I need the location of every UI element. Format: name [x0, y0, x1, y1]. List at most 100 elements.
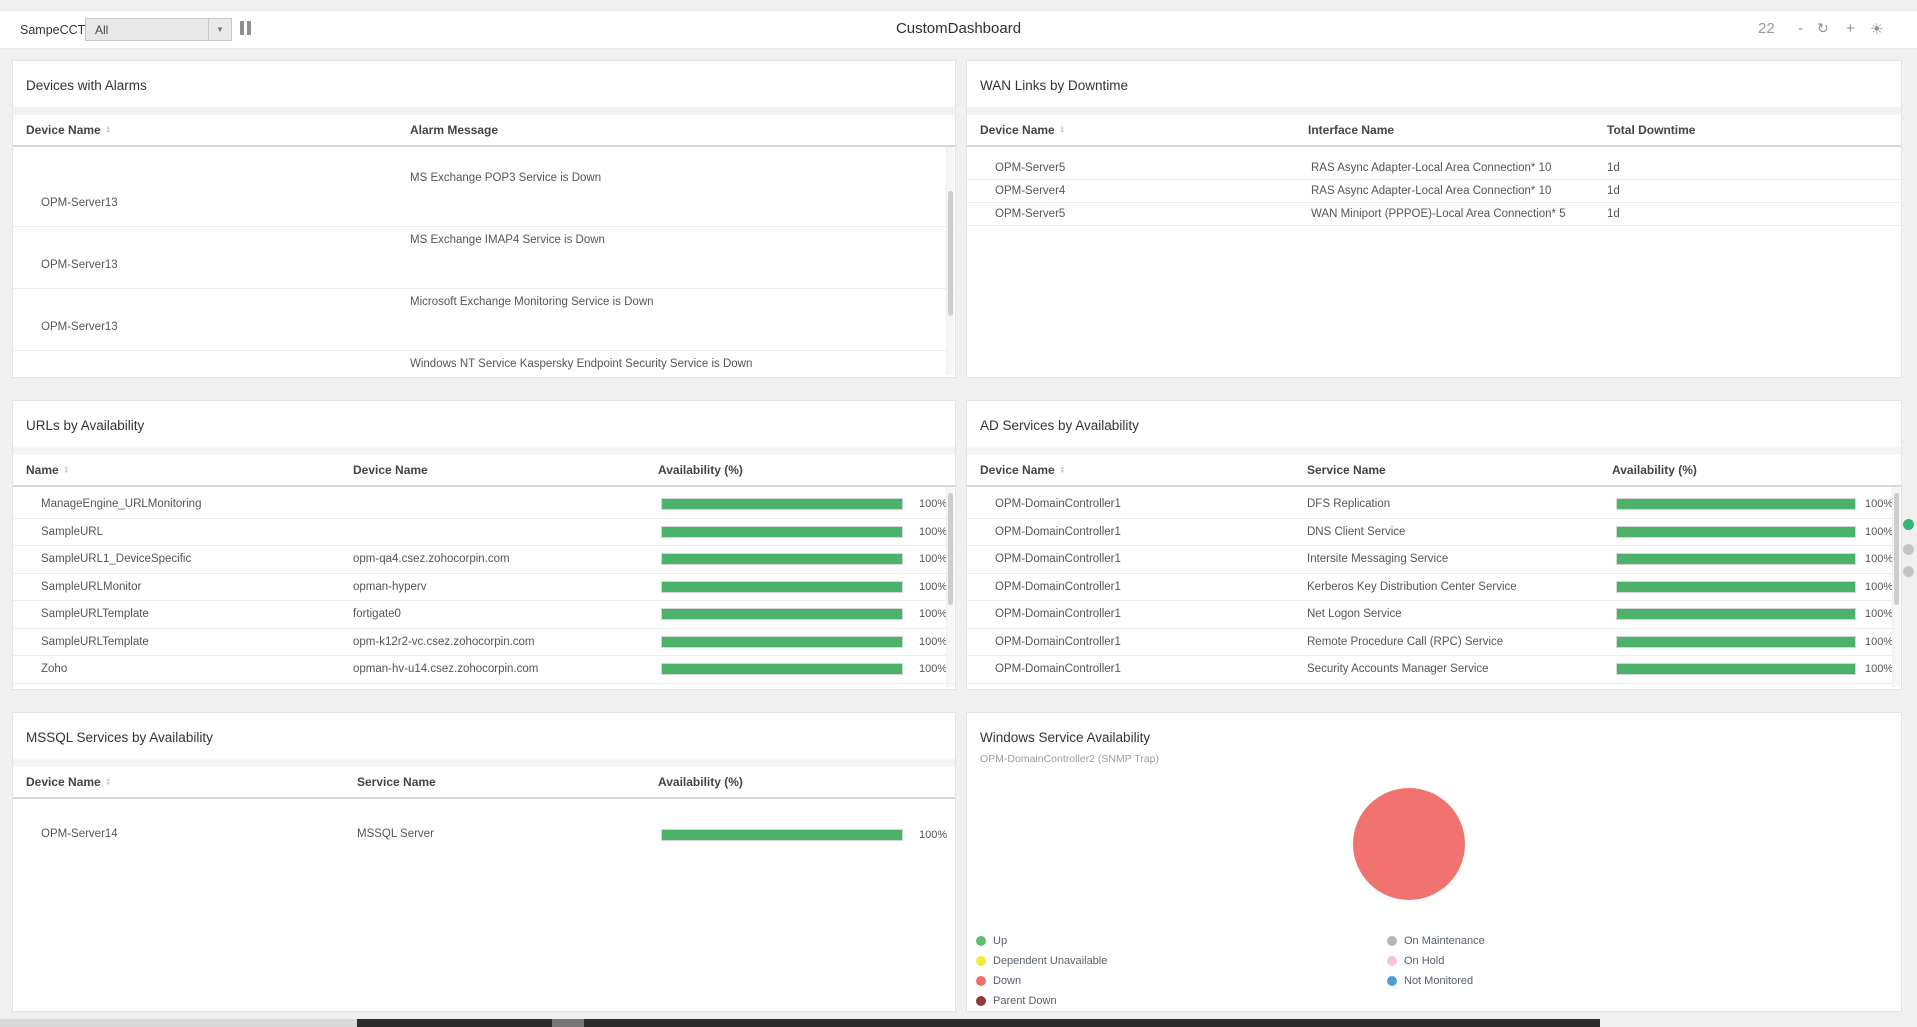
column-header-availability[interactable]: Availability (%) — [658, 463, 743, 477]
table-body: OPM-Server5 RAS Async Adapter-Local Area… — [967, 147, 1901, 377]
zoom-in-button[interactable]: + — [1846, 20, 1855, 37]
interface-name-cell: RAS Async Adapter-Local Area Connection*… — [1311, 162, 1552, 174]
table-row[interactable]: OPM-Server4 RAS Async Adapter-Local Area… — [967, 180, 1901, 203]
refresh-icon[interactable]: ↻ — [1817, 20, 1829, 37]
table-row[interactable]: ManageEngine_URLMonitoring 100% — [13, 491, 955, 519]
scrollbar-thumb[interactable] — [552, 1019, 584, 1027]
page-indicator-dot-active[interactable] — [1903, 519, 1914, 530]
availability-value: 100% — [919, 608, 948, 620]
url-name-cell: ManageEngine_URLMonitoring — [41, 498, 202, 510]
column-header-name[interactable]: Name ▲ ▼ — [26, 463, 69, 477]
table-row[interactable]: OPM-Server13 Microsoft Exchange Monitori… — [13, 289, 955, 351]
availability-value: 100% — [919, 635, 948, 648]
table-row[interactable]: SampleURLMonitor opman-hyperv 100% — [13, 574, 955, 601]
pie-chart[interactable] — [1353, 788, 1465, 900]
url-name-cell: SampleURL1_DeviceSpecific — [41, 553, 192, 565]
table-row[interactable]: SampleURL 100% — [13, 519, 955, 546]
legend-label: On Maintenance — [1404, 935, 1485, 947]
legend-label: Dependent Unavailable — [993, 955, 1108, 967]
page-indicator-dot[interactable] — [1903, 544, 1914, 555]
legend-dot — [1387, 956, 1397, 966]
legend-dot — [976, 956, 986, 966]
column-header-device-name[interactable]: Device Name ▲ ▼ — [26, 775, 111, 789]
table-row[interactable]: OPM-DomainController1 Kerberos Key Distr… — [967, 574, 1901, 601]
table-row[interactable]: SampleURL1_DeviceSpecific opm-qa4.csez.z… — [13, 546, 955, 574]
panel-divider — [967, 447, 1901, 455]
sort-icon: ▲ ▼ — [1059, 125, 1065, 135]
column-header-total-downtime[interactable]: Total Downtime — [1607, 123, 1695, 137]
sort-icon: ▲ ▼ — [105, 125, 111, 135]
total-downtime-cell: 1d — [1607, 208, 1620, 220]
table-body: OPM-Server13 MS Exchange POP3 Service is… — [13, 147, 955, 377]
scrollbar-thumb[interactable] — [948, 191, 953, 316]
table-row[interactable]: OPM-Server13 MS Exchange POP3 Service is… — [13, 165, 955, 227]
table-row[interactable]: OPM-DomainController1 Intersite Messagin… — [967, 546, 1901, 574]
table-row[interactable]: OPM-DomainController1 Server Service 100… — [967, 684, 1901, 690]
service-name-cell: DFS Replication — [1307, 498, 1391, 510]
table-header: Device Name ▲ ▼ Alarm Message — [13, 115, 955, 147]
column-header-availability[interactable]: Availability (%) — [1612, 463, 1697, 477]
table-row[interactable]: OPM-DomainController1 Security Accounts … — [967, 656, 1901, 684]
table-row[interactable]: OPM-Server13 MS Exchange IMAP4 Service i… — [13, 227, 955, 289]
zoom-out-button[interactable]: - — [1798, 20, 1803, 37]
vertical-scrollbar — [946, 147, 954, 375]
table-row[interactable]: OPM-DomainController1 Remote Procedure C… — [967, 629, 1901, 656]
availability-bar — [661, 553, 903, 565]
legend-label: Parent Down — [993, 995, 1057, 1007]
windows-service-availability-panel: Windows Service Availability OPM-DomainC… — [966, 712, 1902, 1012]
top-toolbar: SampeCCTV All ▼ CustomDashboard 22 - ↻ +… — [0, 11, 1917, 49]
legend-label: Not Monitored — [1404, 975, 1474, 987]
table-row[interactable]: Zoho_URLMonitoring 100% — [13, 684, 955, 690]
sun-icon[interactable]: ☀ — [1870, 20, 1883, 38]
table-row[interactable]: OPM-DomainController1 DNS Client Service… — [967, 519, 1901, 546]
table-row[interactable]: OPM-Server14 MSSQL Server 100% — [13, 813, 955, 858]
availability-bar — [661, 635, 903, 648]
table-body: OPM-DomainController1 DFS Replication 10… — [967, 487, 1901, 690]
table-row[interactable]: OPM-Server13 Windows NT Service Kaspersk… — [13, 351, 955, 377]
url-name-cell: SampleURLTemplate — [41, 608, 149, 620]
table-row[interactable]: SampleURLTemplate fortigate0 100% — [13, 601, 955, 629]
device-name-cell: OPM-Server5 — [995, 162, 1066, 174]
column-header-device-name[interactable]: Device Name ▲ ▼ — [980, 123, 1065, 137]
scrollbar-thumb[interactable] — [948, 493, 953, 605]
availability-value: 100% — [1865, 580, 1894, 593]
availability-bar — [661, 608, 903, 620]
table-row[interactable]: OPM-DomainController1 Net Logon Service … — [967, 601, 1901, 629]
availability-value: 100% — [919, 553, 948, 565]
zoom-level-value: 22 — [1758, 20, 1775, 37]
column-header-device-name[interactable]: Device Name ▲ ▼ — [980, 463, 1065, 477]
column-header-alarm-message[interactable]: Alarm Message — [410, 123, 498, 137]
page-indicator — [1903, 519, 1914, 577]
column-header-device-name[interactable]: Device Name ▲ ▼ — [26, 123, 111, 137]
column-header-service-name[interactable]: Service Name — [357, 775, 436, 789]
device-name-cell: OPM-Server5 — [995, 208, 1066, 220]
horizontal-scrollbar — [0, 1019, 1917, 1027]
legend-dot — [1387, 936, 1397, 946]
table-row[interactable]: SampleURLTemplate opm-k12r2-vc.csez.zoho… — [13, 629, 955, 656]
legend-dot — [976, 996, 986, 1006]
device-name-cell: OPM-DomainController1 — [995, 553, 1121, 565]
table-row[interactable]: OPM-DomainController1 DFS Replication 10… — [967, 491, 1901, 519]
device-name-cell: OPM-Server4 — [995, 185, 1066, 197]
column-header-availability[interactable]: Availability (%) — [658, 775, 743, 789]
device-name-cell: OPM-DomainController1 — [995, 663, 1121, 675]
device-name-cell: opm-k12r2-vc.csez.zohocorpin.com — [353, 635, 535, 648]
legend-dot — [976, 936, 986, 946]
legend-dot — [976, 976, 986, 986]
table-row[interactable]: OPM-Server5 WAN Miniport (PPPOE)-Local A… — [967, 203, 1901, 226]
total-downtime-cell: 1d — [1607, 162, 1620, 174]
devices-with-alarms-panel: Devices with Alarms Device Name ▲ ▼ Alarm … — [12, 60, 956, 378]
column-header-interface-name[interactable]: Interface Name — [1308, 123, 1394, 137]
table-row[interactable]: OPM-Server5 RAS Async Adapter-Local Area… — [967, 157, 1901, 180]
vertical-scrollbar — [1892, 487, 1900, 687]
column-header-device-name[interactable]: Device Name — [353, 463, 428, 477]
device-name-cell: OPM-DomainController1 — [995, 498, 1121, 510]
scrollbar-track-light — [0, 1019, 357, 1027]
availability-value: 100% — [1865, 635, 1894, 648]
table-row[interactable]: Zoho opman-hv-u14.csez.zohocorpin.com 10… — [13, 656, 955, 684]
column-header-service-name[interactable]: Service Name — [1307, 463, 1386, 477]
page-indicator-dot[interactable] — [1903, 566, 1914, 577]
scrollbar-thumb[interactable] — [1894, 493, 1899, 605]
service-name-cell: Remote Procedure Call (RPC) Service — [1307, 635, 1504, 648]
availability-bar — [1616, 525, 1856, 538]
